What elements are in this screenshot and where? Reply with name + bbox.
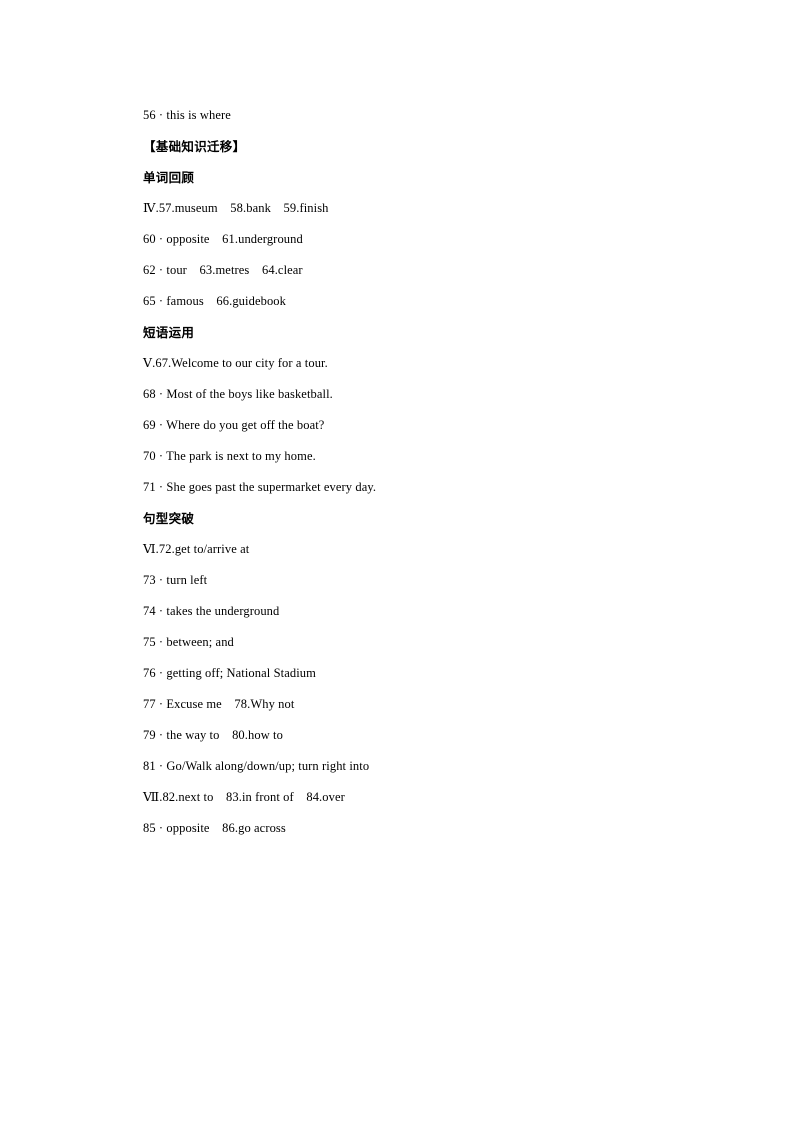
document-page: 56 · this is where 【基础知识迁移】 单词回顾 Ⅳ.57.museu… [0,0,794,1123]
answer-line: 74 · takes the underground [143,604,280,618]
answer-line: 70 · The park is next to my home. [143,449,316,463]
answer-line: 85 · opposite 86.go across [143,821,286,835]
answer-line: 73 · turn left [143,573,208,587]
section-heading-sub: 短语运用 [143,325,195,340]
answer-line: 68 · Most of the boys like basketball. [143,387,333,401]
answer-line: 56 · this is where [143,108,231,122]
answer-line-roman: Ⅵ.72.get to/arrive at [143,542,250,556]
answer-key-content: 56 · this is where 【基础知识迁移】 单词回顾 Ⅳ.57.museu… [143,100,663,844]
answer-line: 69 · Where do you get off the boat? [143,418,325,432]
answer-line: 62 · tour 63.metres 64.clear [143,263,303,277]
answer-line: 60 · opposite 61.underground [143,232,303,246]
answer-line: 79 · the way to 80.how to [143,728,283,742]
answer-line: 75 · between; and [143,635,234,649]
answer-line-roman: Ⅶ.82.next to 83.in front of 84.over [143,790,345,804]
answer-line-roman: Ⅳ.57.museum 58.bank 59.finish [143,201,329,215]
answer-line-roman: Ⅴ.67.Welcome to our city for a tour. [143,356,328,370]
answer-line: 81 · Go/Walk along/down/up; turn right i… [143,759,370,773]
answer-line: 76 · getting off; National Stadium [143,666,316,680]
section-heading-sub: 单词回顾 [143,170,195,185]
answer-line: 65 · famous 66.guidebook [143,294,287,308]
answer-line: 71 · She goes past the supermarket every… [143,480,377,494]
section-heading-sub: 句型突破 [143,511,195,526]
answer-line: 77 · Excuse me 78.Why not [143,697,295,711]
section-heading-main: 【基础知识迁移】 [143,139,246,154]
